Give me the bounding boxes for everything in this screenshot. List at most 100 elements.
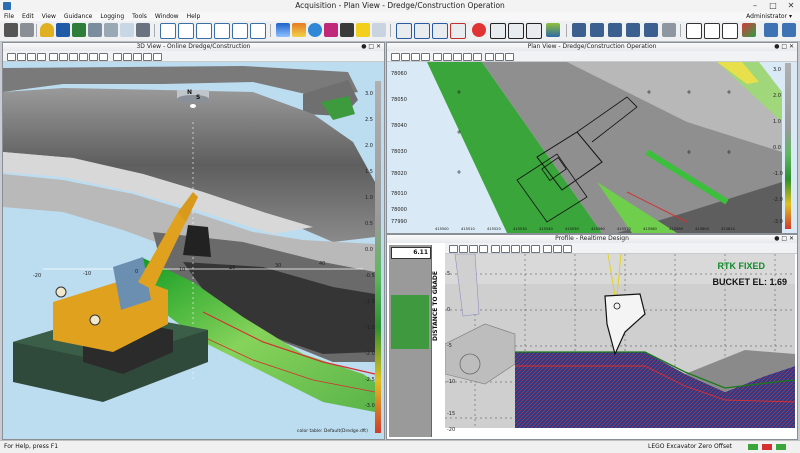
line-icon[interactable] (89, 53, 98, 61)
triangle-icon[interactable] (742, 23, 756, 37)
layout-icon[interactable] (782, 23, 796, 37)
vector-icon[interactable] (432, 23, 448, 39)
pan-icon[interactable] (433, 53, 442, 61)
settings-icon[interactable] (133, 53, 142, 61)
save-icon[interactable] (626, 23, 640, 37)
panel-window-controls[interactable]: ● □ ✕ (774, 235, 794, 243)
settings-icon[interactable] (495, 53, 504, 61)
layers-icon[interactable] (123, 53, 132, 61)
copy-icon[interactable] (505, 53, 514, 61)
crosshair-icon[interactable] (490, 23, 506, 39)
menu-logging[interactable]: Logging (96, 12, 128, 21)
measure-icon[interactable] (463, 53, 472, 61)
pan-icon[interactable] (49, 53, 58, 61)
bell-icon[interactable] (40, 23, 54, 37)
print-icon[interactable] (153, 53, 162, 61)
window-icon[interactable] (88, 23, 102, 37)
plan-view-canvas[interactable] (387, 62, 797, 233)
layout-icon[interactable] (764, 23, 778, 37)
usb-icon[interactable] (136, 23, 150, 37)
rotate-icon[interactable] (69, 53, 78, 61)
image-icon[interactable] (546, 23, 560, 37)
zoom-extent-icon[interactable] (37, 53, 46, 61)
window-icon[interactable] (214, 23, 230, 39)
chart-icon[interactable] (292, 23, 306, 37)
window-icon[interactable] (178, 23, 194, 39)
maximize-icon[interactable]: □ (764, 0, 782, 12)
pan-icon[interactable] (491, 245, 500, 253)
window-icon[interactable] (196, 23, 212, 39)
gem-icon[interactable] (324, 23, 338, 37)
plus-icon[interactable] (704, 23, 720, 39)
weather-icon[interactable] (276, 23, 290, 37)
scene-3d[interactable] (3, 62, 384, 439)
plus-icon[interactable] (722, 23, 738, 39)
caliper-icon[interactable] (120, 23, 134, 37)
zoom-in-icon[interactable] (391, 53, 400, 61)
layers-icon[interactable] (113, 53, 122, 61)
window-icon[interactable] (232, 23, 248, 39)
pick-icon[interactable] (414, 23, 430, 39)
cut-icon[interactable] (396, 23, 412, 39)
zoom-out-icon[interactable] (401, 53, 410, 61)
globe-icon[interactable] (308, 23, 322, 37)
copy-icon[interactable] (143, 53, 152, 61)
zoom-fit-icon[interactable] (469, 245, 478, 253)
marker-icon[interactable] (450, 23, 466, 39)
line-icon[interactable] (531, 245, 540, 253)
crosshair-icon[interactable] (79, 53, 88, 61)
pointer-icon[interactable] (59, 53, 68, 61)
plus-icon[interactable] (686, 23, 702, 39)
crosshair-icon[interactable] (508, 23, 524, 39)
axis-label: 40 (319, 261, 326, 267)
zoom-in-icon[interactable] (449, 245, 458, 253)
zoom-in-icon[interactable] (7, 53, 16, 61)
layers-icon[interactable] (543, 245, 552, 253)
panel-window-controls[interactable]: ● □ ✕ (774, 43, 794, 51)
video-icon[interactable] (20, 23, 34, 37)
zoom-fit-icon[interactable] (27, 53, 36, 61)
save-icon[interactable] (590, 23, 604, 37)
rotate-icon[interactable] (453, 53, 462, 61)
zoom-extent-icon[interactable] (479, 245, 488, 253)
camera-icon[interactable] (4, 23, 18, 37)
hdd-icon[interactable] (104, 23, 118, 37)
menu-view[interactable]: View (38, 12, 60, 21)
zoom-fit-icon[interactable] (411, 53, 420, 61)
measure-icon[interactable] (521, 245, 530, 253)
list-icon[interactable] (662, 23, 676, 37)
dredge-icon[interactable] (340, 23, 354, 37)
panel-window-controls[interactable]: ● □ ✕ (361, 43, 381, 51)
crosshair-icon[interactable] (526, 23, 542, 39)
rectangle-icon[interactable] (99, 53, 108, 61)
user-menu[interactable]: Administrator ▾ (746, 12, 792, 21)
rotate-icon[interactable] (511, 245, 520, 253)
save-icon[interactable] (644, 23, 658, 37)
window-icon[interactable] (160, 23, 176, 39)
window-icon[interactable] (250, 23, 266, 39)
menu-help[interactable]: Help (183, 12, 205, 21)
minimize-icon[interactable]: – (746, 0, 764, 12)
menu-guidance[interactable]: Guidance (60, 12, 96, 21)
pointer-icon[interactable] (501, 245, 510, 253)
phone-icon[interactable] (56, 23, 70, 37)
pointer-icon[interactable] (443, 53, 452, 61)
warning-icon[interactable] (356, 23, 370, 37)
menu-window[interactable]: Window (151, 12, 183, 21)
save-icon[interactable] (572, 23, 586, 37)
menu-tools[interactable]: Tools (128, 12, 151, 21)
layers-icon[interactable] (485, 53, 494, 61)
line-icon[interactable] (473, 53, 482, 61)
close-icon[interactable]: ✕ (782, 0, 800, 12)
panel-icon[interactable] (72, 23, 86, 37)
save-icon[interactable] (608, 23, 622, 37)
zoom-extent-icon[interactable] (421, 53, 430, 61)
zoom-out-icon[interactable] (17, 53, 26, 61)
settings-icon[interactable] (553, 245, 562, 253)
align-icon[interactable] (372, 23, 386, 37)
menu-edit[interactable]: Edit (18, 12, 38, 21)
lifebuoy-icon[interactable] (472, 23, 486, 37)
copy-icon[interactable] (563, 245, 572, 253)
menu-file[interactable]: File (0, 12, 18, 21)
zoom-out-icon[interactable] (459, 245, 468, 253)
